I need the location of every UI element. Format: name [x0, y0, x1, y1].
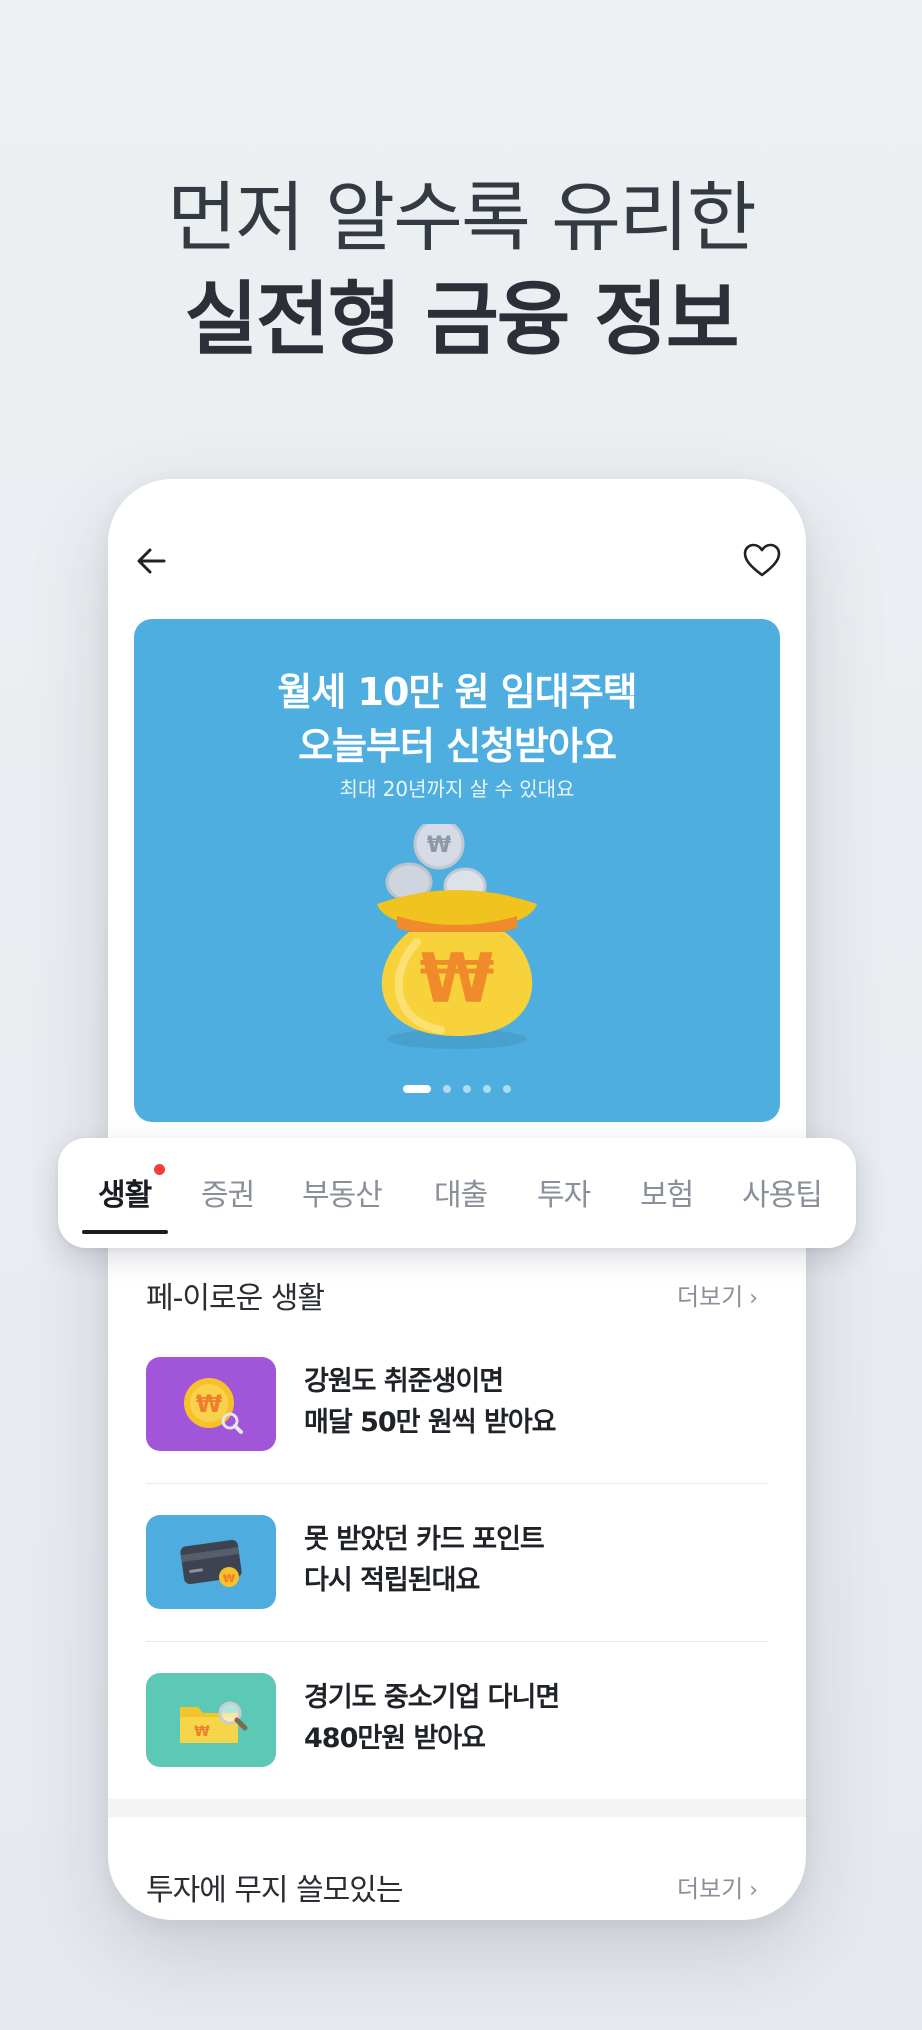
- more-link-invest[interactable]: 더보기 ›: [677, 1869, 758, 1904]
- coin-search-icon: ₩: [184, 1378, 243, 1434]
- chevron-right-icon: ›: [749, 1286, 758, 1311]
- item-thumbnail: ₩: [146, 1673, 276, 1767]
- banner-pagination: [134, 1085, 780, 1093]
- list-item[interactable]: ₩ 강원도 취준생이면 매달 50만 원씩 받아요: [146, 1357, 768, 1513]
- item-line-2: 매달 50만 원씩 받아요: [304, 1407, 556, 1438]
- item-text: 경기도 중소기업 다니면 480만원 받아요: [304, 1677, 560, 1759]
- money-bag-icon: ₩ ₩: [377, 824, 537, 1049]
- banner-title-line-1: 월세 10만 원 임대주택: [277, 670, 637, 714]
- banner-title-line-2: 오늘부터 신청받아요: [298, 724, 617, 768]
- back-button[interactable]: [130, 539, 174, 583]
- item-text: 강원도 취준생이면 매달 50만 원씩 받아요: [304, 1361, 556, 1443]
- tab-loan[interactable]: 대출: [434, 1170, 488, 1214]
- tab-tips[interactable]: 사용팁: [742, 1170, 823, 1214]
- pagination-dot[interactable]: [463, 1085, 471, 1093]
- item-thumbnail: ₩: [146, 1357, 276, 1451]
- more-link-label: 더보기: [676, 1283, 744, 1311]
- tab-life[interactable]: 생활: [98, 1170, 152, 1214]
- pagination-dot[interactable]: [443, 1085, 451, 1093]
- item-line-1: 경기도 중소기업 다니면: [304, 1682, 560, 1713]
- promo-banner[interactable]: 월세 10만 원 임대주택 오늘부터 신청받아요 최대 20년까지 살 수 있대…: [134, 619, 780, 1122]
- section-gap: [108, 1799, 806, 1817]
- item-line-2: 480만원 받아요: [304, 1723, 486, 1754]
- more-link-life[interactable]: 더보기 ›: [677, 1277, 758, 1312]
- tab-real-estate[interactable]: 부동산: [302, 1170, 383, 1214]
- card-coin-icon: ₩: [180, 1539, 242, 1587]
- active-tab-indicator: [82, 1230, 168, 1234]
- tab-securities[interactable]: 증권: [201, 1170, 255, 1214]
- svg-text:₩: ₩: [196, 1390, 223, 1418]
- item-line-2: 다시 적립된대요: [304, 1565, 480, 1596]
- item-line-1: 못 받았던 카드 포인트: [304, 1524, 545, 1555]
- heart-outline-icon: [743, 543, 781, 577]
- hero-heading: 먼저 알수록 유리한 실전형 금융 정보: [0, 168, 922, 372]
- section-title-life: 페-이로운 생활: [146, 1281, 325, 1316]
- hero-line-1: 먼저 알수록 유리한: [167, 173, 757, 262]
- svg-text:₩: ₩: [419, 940, 494, 1019]
- pagination-dot-active[interactable]: [403, 1085, 431, 1093]
- section-title-invest: 투자에 무지 쓸모있는: [146, 1873, 403, 1908]
- pagination-dot[interactable]: [483, 1085, 491, 1093]
- category-tab-bar: 생활 증권 부동산 대출 투자 보험 사용팁: [58, 1138, 856, 1248]
- divider: [146, 1483, 768, 1484]
- item-thumbnail: ₩: [146, 1515, 276, 1609]
- tab-insurance[interactable]: 보험: [640, 1170, 694, 1214]
- list-item[interactable]: ₩ 못 받았던 카드 포인트 다시 적립된대요: [146, 1515, 768, 1671]
- chevron-right-icon: ›: [749, 1878, 758, 1903]
- pagination-dot[interactable]: [503, 1085, 511, 1093]
- item-text: 못 받았던 카드 포인트 다시 적립된대요: [304, 1519, 545, 1601]
- divider: [146, 1641, 768, 1642]
- arrow-left-icon: [137, 548, 166, 574]
- favorite-button[interactable]: [740, 539, 784, 583]
- hero-line-2: 실전형 금융 정보: [184, 273, 740, 366]
- svg-text:₩: ₩: [194, 1724, 210, 1740]
- item-line-1: 강원도 취준생이면: [304, 1366, 504, 1397]
- svg-text:₩: ₩: [223, 1572, 235, 1585]
- more-link-label: 더보기: [676, 1875, 744, 1903]
- new-badge: [154, 1164, 165, 1175]
- tab-investment[interactable]: 투자: [537, 1170, 591, 1214]
- svg-text:₩: ₩: [427, 833, 451, 858]
- folder-search-icon: ₩: [180, 1701, 248, 1743]
- banner-subtitle: 최대 20년까지 살 수 있대요: [339, 777, 575, 801]
